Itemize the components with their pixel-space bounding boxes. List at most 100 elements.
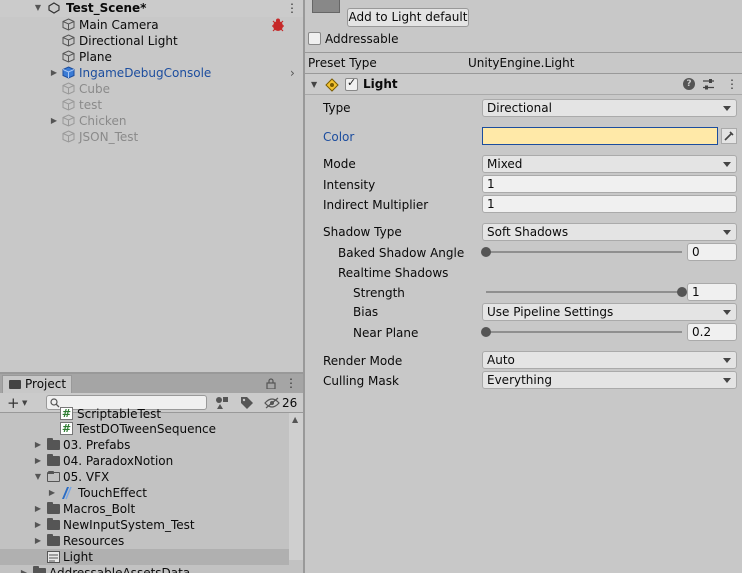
tab-project[interactable]: Project xyxy=(2,375,72,393)
project-item-light-selected[interactable]: Light xyxy=(0,549,289,565)
hierarchy-item-label: Cube xyxy=(79,82,110,96)
prefab-cube-icon xyxy=(62,66,75,79)
chevron-right-icon[interactable]: ▶ xyxy=(33,517,43,533)
baked-shadow-angle-input[interactable]: 0 xyxy=(687,243,737,261)
project-item-label: TouchEffect xyxy=(78,486,147,500)
hierarchy-item-label: Plane xyxy=(79,50,112,64)
baked-shadow-angle-slider-knob[interactable] xyxy=(481,247,491,257)
dropdown-value: Directional xyxy=(487,101,552,115)
project-scrollbar[interactable]: ▲ xyxy=(289,413,303,560)
hierarchy-item-chicken[interactable]: ▶ Chicken xyxy=(0,113,303,129)
bug-warning-icon[interactable] xyxy=(270,18,286,32)
project-item-05-vfx[interactable]: ▼ 05. VFX xyxy=(0,469,289,485)
add-to-light-default-button[interactable]: Add to Light default xyxy=(347,8,469,27)
culling-mask-dropdown[interactable]: Everything xyxy=(482,371,737,389)
scroll-up-icon[interactable]: ▲ xyxy=(292,415,298,424)
chevron-right-icon[interactable]: ▶ xyxy=(33,501,43,517)
strength-input[interactable]: 1 xyxy=(687,283,737,301)
project-item-toucheffect[interactable]: ▶ TouchEffect xyxy=(0,485,289,501)
strength-slider-track[interactable] xyxy=(486,291,682,293)
field-label-realtime-shadows: Realtime Shadows xyxy=(338,266,449,280)
shadow-type-dropdown[interactable]: Soft Shadows xyxy=(482,223,737,241)
chevron-right-icon[interactable]: ▶ xyxy=(33,533,43,549)
field-label-near-plane: Near Plane xyxy=(353,326,419,340)
dropdown-arrow-icon xyxy=(723,378,731,383)
mode-dropdown[interactable]: Mixed xyxy=(482,155,737,173)
unity-scene-icon xyxy=(48,2,60,14)
hierarchy-panel: ▼ Test_Scene* ⋮ Main Camera Directional … xyxy=(0,0,303,372)
hierarchy-item-json-test[interactable]: JSON_Test xyxy=(0,129,303,145)
baked-shadow-angle-slider-track[interactable] xyxy=(486,251,682,253)
lock-icon[interactable] xyxy=(266,378,276,389)
near-plane-slider-knob[interactable] xyxy=(481,327,491,337)
preset-settings-icon[interactable] xyxy=(702,78,715,91)
hierarchy-item-cube[interactable]: Cube xyxy=(0,81,303,97)
addressable-label: Addressable xyxy=(325,32,399,46)
chevron-down-icon[interactable]: ▼ xyxy=(33,469,43,485)
prefab-open-chevron-icon[interactable]: › xyxy=(290,65,295,81)
chevron-right-icon[interactable]: ▶ xyxy=(49,65,59,81)
chevron-down-icon[interactable]: ▼ xyxy=(33,0,43,16)
intensity-input[interactable]: 1 xyxy=(482,175,737,193)
preset-type-label: Preset Type xyxy=(308,56,377,70)
project-item-scriptabletest[interactable]: # ScriptableTest xyxy=(0,406,289,422)
scene-row[interactable]: ▼ Test_Scene* ⋮ xyxy=(0,0,303,17)
gameobject-cube-icon xyxy=(62,34,75,47)
dropdown-value: Use Pipeline Settings xyxy=(487,305,614,319)
hierarchy-item-label: Chicken xyxy=(79,114,127,128)
type-dropdown[interactable]: Directional xyxy=(482,99,737,117)
field-label-baked-shadow-angle: Baked Shadow Angle xyxy=(338,246,465,260)
more-menu-icon[interactable]: ⋮ xyxy=(726,74,738,95)
chevron-right-icon[interactable]: ▶ xyxy=(19,565,29,573)
addressable-checkbox[interactable] xyxy=(308,32,321,45)
preset-icon xyxy=(47,551,60,563)
project-item-label: ScriptableTest xyxy=(77,407,162,421)
field-label-bias: Bias xyxy=(353,305,379,319)
field-label-culling-mask: Culling Mask xyxy=(323,374,399,388)
help-icon[interactable]: ? xyxy=(683,78,695,90)
project-item-testdotweensequence[interactable]: # TestDOTweenSequence xyxy=(0,421,289,437)
folder-icon xyxy=(47,534,60,546)
dropdown-value: Soft Shadows xyxy=(487,225,569,239)
chevron-down-icon[interactable]: ▼ xyxy=(311,74,317,95)
dropdown-value: Everything xyxy=(487,373,552,387)
color-swatch[interactable] xyxy=(482,127,718,145)
folder-open-icon xyxy=(47,471,60,482)
project-item-macros-bolt[interactable]: ▶ Macros_Bolt xyxy=(0,501,289,517)
near-plane-slider-track[interactable] xyxy=(486,331,682,333)
light-enabled-checkbox[interactable] xyxy=(345,76,358,91)
project-item-resources[interactable]: ▶ Resources xyxy=(0,533,289,549)
project-item-addressableassetsdata[interactable]: ▶ AddressableAssetsData xyxy=(0,565,289,573)
gameobject-cube-icon xyxy=(62,50,75,63)
chevron-right-icon[interactable]: ▶ xyxy=(33,437,43,453)
project-item-03-prefabs[interactable]: ▶ 03. Prefabs xyxy=(0,437,289,453)
dropdown-arrow-icon xyxy=(723,230,731,235)
eyedropper-icon[interactable] xyxy=(721,128,737,144)
preset-type-value: UnityEngine.Light xyxy=(468,56,575,70)
chevron-right-icon[interactable]: ▶ xyxy=(47,485,57,501)
more-menu-icon[interactable]: ⋮ xyxy=(286,0,298,17)
more-menu-icon[interactable]: ⋮ xyxy=(285,375,297,392)
chevron-right-icon[interactable]: ▶ xyxy=(49,113,59,129)
dropdown-value: Auto xyxy=(487,353,515,367)
project-item-label: Resources xyxy=(63,534,125,548)
hierarchy-item-directional-light[interactable]: Directional Light xyxy=(0,33,303,49)
chevron-right-icon[interactable]: ▶ xyxy=(33,453,43,469)
field-label-render-mode: Render Mode xyxy=(323,354,403,368)
scene-name: Test_Scene* xyxy=(66,1,147,15)
indirect-multiplier-input[interactable]: 1 xyxy=(482,195,737,213)
hierarchy-item-test[interactable]: test xyxy=(0,97,303,113)
field-label-type: Type xyxy=(323,101,351,115)
render-mode-dropdown[interactable]: Auto xyxy=(482,351,737,369)
near-plane-input[interactable]: 0.2 xyxy=(687,323,737,341)
inspector-panel: Add to Light default Addressable Preset … xyxy=(305,0,742,573)
project-item-label: 05. VFX xyxy=(63,470,110,484)
hierarchy-item-main-camera[interactable]: Main Camera xyxy=(0,17,303,33)
hierarchy-item-plane[interactable]: Plane xyxy=(0,49,303,65)
light-component-header[interactable]: ▼ Light ? ⋮ xyxy=(305,74,742,95)
project-item-newinputsystem-test[interactable]: ▶ NewInputSystem_Test xyxy=(0,517,289,533)
bias-dropdown[interactable]: Use Pipeline Settings xyxy=(482,303,737,321)
hierarchy-item-ingame-debug-console[interactable]: ▶ IngameDebugConsole › xyxy=(0,65,303,81)
project-item-04-paradoxnotion[interactable]: ▶ 04. ParadoxNotion xyxy=(0,453,289,469)
strength-slider-knob[interactable] xyxy=(677,287,687,297)
